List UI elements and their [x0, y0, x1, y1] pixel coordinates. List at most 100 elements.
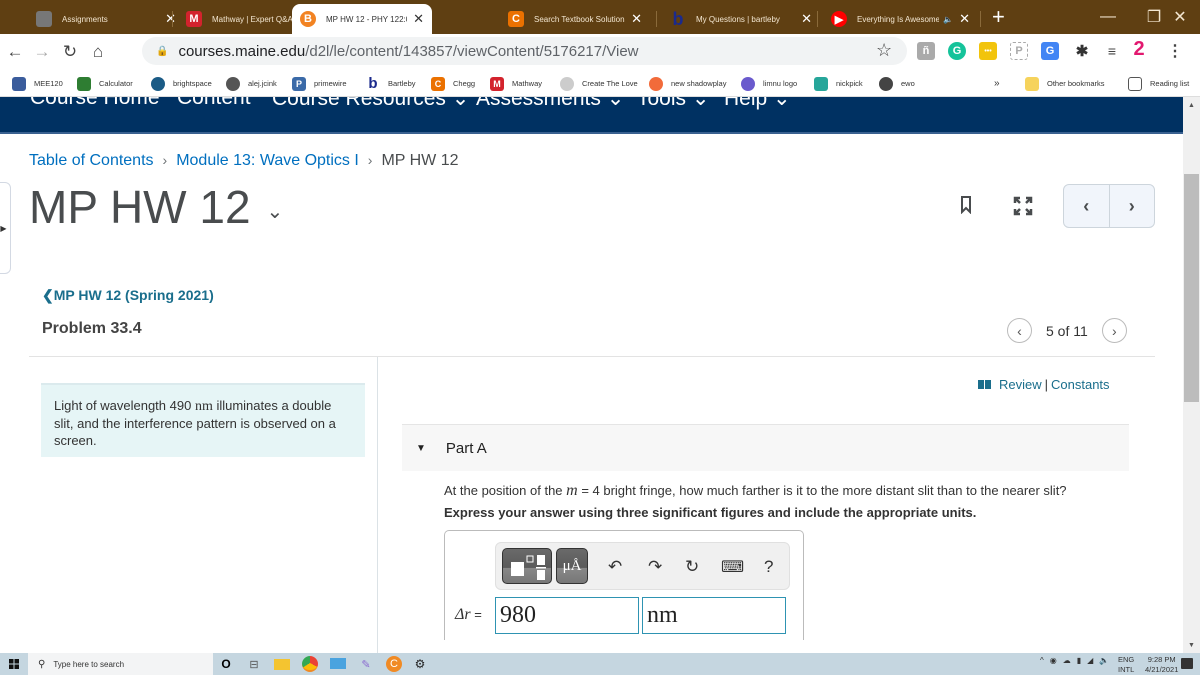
help-button[interactable]: ?: [764, 557, 773, 577]
previous-topic-button[interactable]: ‹: [1064, 185, 1110, 227]
templates-button[interactable]: [502, 548, 552, 584]
nav-tools[interactable]: Tools ⌄: [637, 97, 709, 111]
sidebar-toggle[interactable]: ▶: [0, 182, 11, 274]
answer-value-input[interactable]: 980: [495, 597, 639, 634]
close-tab-icon[interactable]: ✕: [165, 11, 176, 27]
previous-problem-button[interactable]: ‹: [1007, 318, 1032, 343]
next-topic-button[interactable]: ›: [1110, 185, 1155, 227]
scroll-down-arrow-icon[interactable]: ▼: [1183, 637, 1200, 653]
tab-youtube-music[interactable]: ▶ Everything Is Awesome ( 🔈 ✕: [823, 4, 978, 34]
onedrive-icon[interactable]: ☁: [1063, 656, 1071, 665]
answer-unit-input[interactable]: nm: [642, 597, 786, 634]
scroll-up-arrow-icon[interactable]: ▲: [1183, 97, 1200, 113]
remote-desktop-icon[interactable]: [330, 658, 346, 669]
nav-help[interactable]: Help ⌄: [724, 97, 791, 111]
bookmark-primewire[interactable]: Pprimewire: [292, 75, 347, 92]
close-tab-icon[interactable]: ✕: [631, 11, 642, 27]
tab-bartleby[interactable]: b My Questions | bartleby ✕: [662, 4, 820, 34]
extensions-puzzle-icon[interactable]: ✱: [1073, 42, 1091, 60]
notification-center-icon[interactable]: [1181, 658, 1193, 669]
lastpass-icon[interactable]: •••: [979, 42, 997, 60]
scrollbar-thumb[interactable]: [1184, 174, 1199, 402]
battery-icon[interactable]: ▮: [1077, 656, 1081, 665]
title-dropdown-chevron-icon[interactable]: ⌄: [267, 199, 284, 224]
paint-icon[interactable]: ✎: [358, 656, 374, 672]
forward-button[interactable]: →: [30, 40, 54, 64]
back-button[interactable]: ←: [3, 40, 27, 64]
bookmark-ewo[interactable]: ewo: [879, 75, 915, 92]
wifi-icon[interactable]: ◢: [1087, 656, 1093, 665]
page-scrollbar[interactable]: ▲ ▼: [1183, 97, 1200, 653]
breadcrumb-module-13[interactable]: Module 13: Wave Optics I: [176, 152, 359, 169]
bookmark-chegg[interactable]: C Chegg: [431, 75, 475, 92]
next-problem-button[interactable]: ›: [1101, 318, 1127, 343]
bookmark-alej-jcink[interactable]: alej.jcink: [226, 75, 277, 92]
reload-button[interactable]: ↻: [58, 40, 82, 64]
settings-gear-icon[interactable]: ⚙: [412, 656, 428, 672]
tab-assignments[interactable]: Assignments ✕: [28, 4, 184, 34]
tab-mp-hw-12[interactable]: B MP HW 12 - PHY 122:0001-Phy ✕: [292, 4, 432, 34]
part-a-header[interactable]: ▼ Part A: [402, 424, 1129, 471]
reading-list[interactable]: Reading list: [1128, 75, 1189, 92]
google-translate-icon[interactable]: G: [1041, 42, 1059, 60]
menu-kebab-icon[interactable]: ⋮: [1166, 42, 1184, 60]
nav-content[interactable]: Content: [177, 97, 251, 110]
chrome-icon[interactable]: [302, 656, 318, 672]
nav-assessments[interactable]: Assessments ⌄: [476, 97, 624, 111]
back-to-assignment-link[interactable]: ❮MP HW 12 (Spring 2021): [42, 287, 214, 304]
nav-course-home[interactable]: Course Home: [30, 97, 160, 110]
input-language[interactable]: ENG INTL: [1118, 655, 1134, 675]
file-explorer-icon[interactable]: [274, 659, 290, 670]
media-control-icon[interactable]: ≡: [1103, 42, 1121, 60]
topic-nav-group: ‹ ›: [1063, 184, 1155, 228]
task-view-icon[interactable]: ⊟: [246, 656, 262, 672]
start-button[interactable]: [0, 653, 28, 675]
bartleby-icon: b: [368, 75, 378, 92]
bookmark-nickpick[interactable]: nickpick: [814, 75, 863, 92]
units-button[interactable]: μÅ: [556, 548, 588, 584]
collapse-triangle-icon[interactable]: ▼: [416, 443, 426, 454]
address-bar[interactable]: 🔒 courses.maine.edu/d2l/le/content/14385…: [142, 37, 907, 65]
close-tab-icon[interactable]: ✕: [413, 11, 424, 27]
minimize-button[interactable]: —: [1085, 0, 1131, 34]
breadcrumb-table-of-contents[interactable]: Table of Contents: [29, 152, 154, 169]
close-window-button[interactable]: ✕: [1160, 0, 1200, 34]
pinterest-icon[interactable]: P: [1010, 42, 1028, 60]
bookmark-calculator[interactable]: Calculator: [77, 75, 133, 92]
bookmark-brightspace[interactable]: brightspace: [151, 75, 212, 92]
bookmark-mee120[interactable]: MEE120: [12, 75, 63, 92]
reset-icon[interactable]: ↻: [685, 557, 699, 577]
cortana-icon[interactable]: O: [218, 656, 234, 672]
nav-course-resources[interactable]: Course Resources ⌄: [272, 97, 469, 111]
other-bookmarks[interactable]: Other bookmarks: [1025, 75, 1105, 92]
bookmark-create-the-love[interactable]: Create The Love: [560, 75, 638, 92]
new-tab-button[interactable]: +: [992, 4, 1005, 30]
close-tab-icon[interactable]: ✕: [959, 11, 970, 27]
bookmark-mathway[interactable]: M Mathway: [490, 75, 542, 92]
bookmark-bartleby[interactable]: b Bartleby: [366, 75, 415, 92]
volume-icon[interactable]: 🔈: [1099, 656, 1109, 665]
bookmark-star-icon[interactable]: ☆: [876, 40, 892, 61]
profile-avatar[interactable]: 2: [1130, 38, 1148, 60]
app-c-icon[interactable]: C: [386, 656, 402, 672]
bookmark-new-shadowplay[interactable]: new shadowplay: [649, 75, 726, 92]
keyboard-icon[interactable]: ⌨: [721, 557, 744, 577]
redo-icon[interactable]: ↷: [648, 557, 662, 577]
home-button[interactable]: ⌂: [86, 40, 110, 64]
grammarly-icon[interactable]: G: [948, 42, 966, 60]
bookmark-icon[interactable]: [960, 196, 972, 219]
close-tab-icon[interactable]: ✕: [801, 11, 812, 27]
review-link[interactable]: Review: [999, 377, 1042, 392]
undo-icon[interactable]: ↶: [608, 557, 622, 577]
show-hidden-icons-icon[interactable]: ^: [1040, 656, 1044, 665]
bookmarks-overflow-button[interactable]: »: [994, 75, 1000, 92]
audio-playing-icon[interactable]: 🔈: [943, 15, 953, 24]
fullscreen-icon[interactable]: [1013, 196, 1033, 221]
meet-now-icon[interactable]: ◉: [1050, 656, 1057, 665]
bookmark-limnu-logo[interactable]: limnu logo: [741, 75, 797, 92]
extension-icon[interactable]: ñ: [917, 42, 935, 60]
clock[interactable]: 9:28 PM 4/21/2021: [1145, 655, 1178, 675]
taskbar-search[interactable]: ⚲ Type here to search: [28, 653, 213, 675]
constants-link[interactable]: Constants: [1051, 377, 1110, 392]
tab-chegg[interactable]: C Search Textbook Solutions | Che ✕: [500, 4, 650, 34]
